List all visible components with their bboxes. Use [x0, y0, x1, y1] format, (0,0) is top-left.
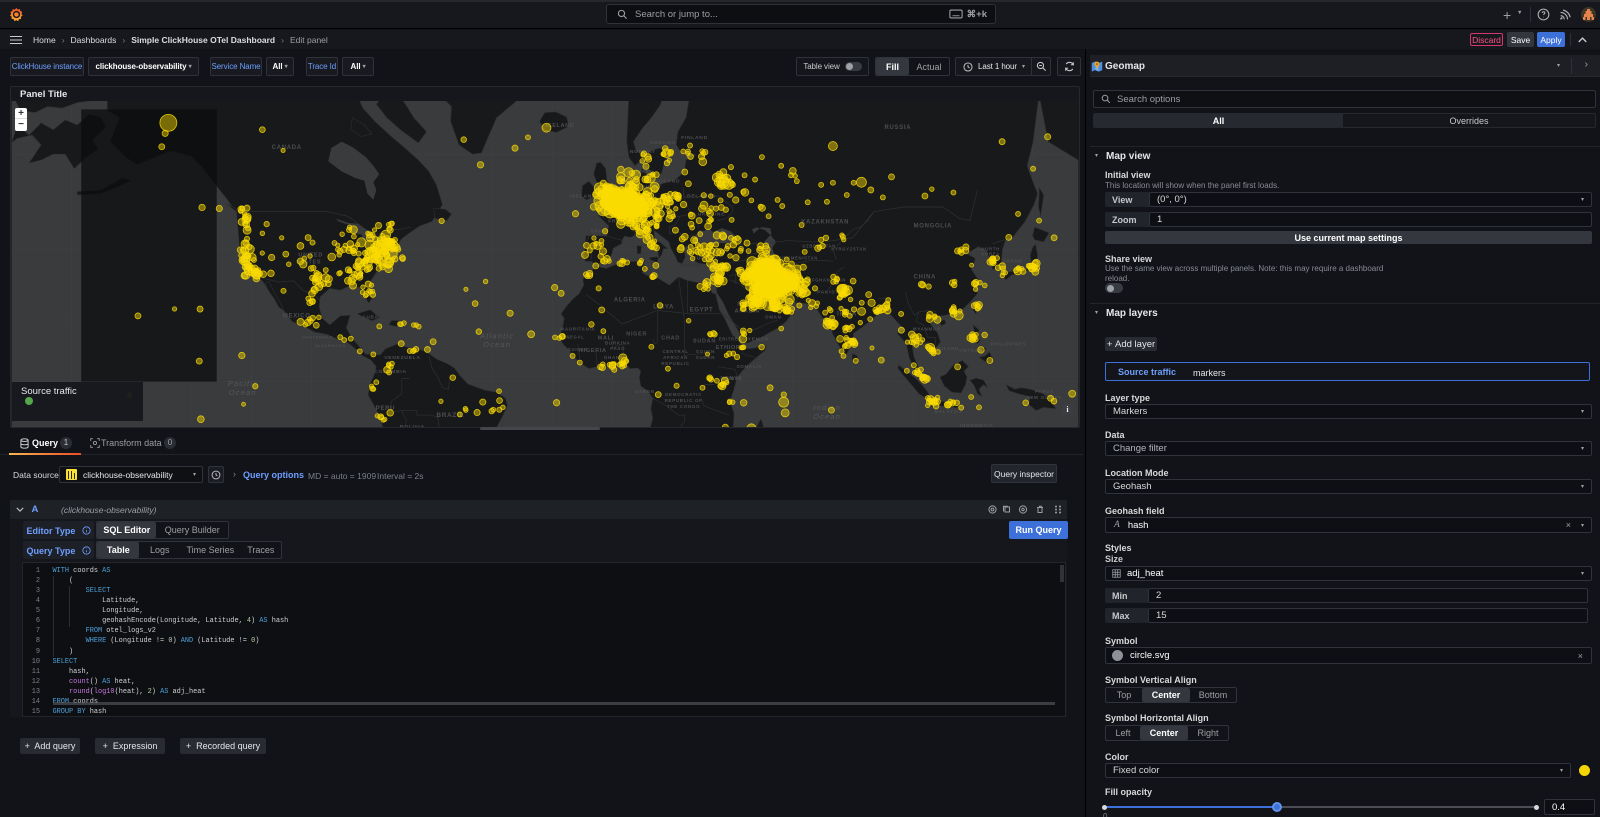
- svg-text:DEMOCRATIC: DEMOCRATIC: [665, 392, 702, 397]
- svg-text:LIBYA: LIBYA: [653, 304, 674, 310]
- svg-text:BOLIVIA: BOLIVIA: [400, 424, 425, 427]
- svg-text:EGYPT: EGYPT: [690, 307, 714, 313]
- svg-text:NIGER: NIGER: [626, 331, 647, 337]
- svg-text:GABON: GABON: [635, 389, 655, 394]
- svg-text:CHINA: CHINA: [914, 274, 936, 280]
- svg-text:CANADA: CANADA: [272, 145, 302, 151]
- svg-text:Ocean: Ocean: [813, 412, 841, 421]
- svg-text:AFGHANISTAN: AFGHANISTAN: [808, 277, 846, 282]
- svg-text:MONGOLIA: MONGOLIA: [914, 224, 952, 230]
- svg-text:OMAN: OMAN: [765, 314, 781, 319]
- svg-text:THE CONGO: THE CONGO: [667, 404, 700, 409]
- svg-text:PAPUA: PAPUA: [1035, 389, 1054, 394]
- svg-text:FASO: FASO: [610, 346, 625, 351]
- svg-text:NICARAGUA: NICARAGUA: [315, 343, 346, 348]
- svg-text:SUDAN: SUDAN: [696, 355, 715, 360]
- svg-text:CUBA: CUBA: [363, 314, 379, 319]
- svg-text:Ocean: Ocean: [483, 340, 511, 349]
- svg-text:AFRICAN: AFRICAN: [663, 355, 688, 360]
- svg-text:PHILIPPINES: PHILIPPINES: [991, 341, 1027, 346]
- svg-text:CENTRAL: CENTRAL: [662, 349, 688, 354]
- svg-text:VENEZUELA: VENEZUELA: [384, 355, 420, 361]
- svg-text:YEMEN: YEMEN: [748, 336, 769, 342]
- svg-text:ALGERIA: ALGERIA: [614, 297, 646, 303]
- svg-text:GUINEA: GUINEA: [568, 347, 588, 352]
- svg-text:MEXICO: MEXICO: [283, 313, 311, 319]
- svg-text:BURKINA: BURKINA: [605, 340, 631, 345]
- svg-text:Indian: Indian: [813, 403, 841, 412]
- svg-text:GUATEMALA: GUATEMALA: [302, 334, 333, 339]
- svg-text:Ocean: Ocean: [229, 388, 257, 397]
- svg-text:SOMALIA: SOMALIA: [737, 364, 763, 369]
- svg-text:JAPAN: JAPAN: [1003, 259, 1023, 265]
- svg-text:REPUBLIC OF: REPUBLIC OF: [665, 398, 703, 403]
- svg-text:Atlantic: Atlantic: [479, 331, 514, 340]
- svg-text:MYANMAR: MYANMAR: [913, 326, 941, 331]
- svg-text:INDONESIA: INDONESIA: [960, 423, 994, 427]
- svg-text:MALAYSIA: MALAYSIA: [935, 409, 964, 414]
- svg-text:RUSSIA: RUSSIA: [885, 125, 912, 131]
- svg-text:KAZAKHSTAN: KAZAKHSTAN: [801, 220, 849, 226]
- svg-text:ERITREA: ERITREA: [719, 336, 742, 341]
- svg-text:SWEDEN: SWEDEN: [650, 140, 676, 146]
- svg-text:CHAD: CHAD: [661, 335, 680, 341]
- svg-text:FINLAND: FINLAND: [681, 135, 708, 141]
- svg-text:SUDAN: SUDAN: [693, 338, 716, 344]
- svg-text:REPUBLIC: REPUBLIC: [661, 361, 689, 366]
- svg-text:KYRGYZSTAN: KYRGYZSTAN: [831, 247, 866, 252]
- svg-text:NEW GUINEA: NEW GUINEA: [1026, 395, 1062, 400]
